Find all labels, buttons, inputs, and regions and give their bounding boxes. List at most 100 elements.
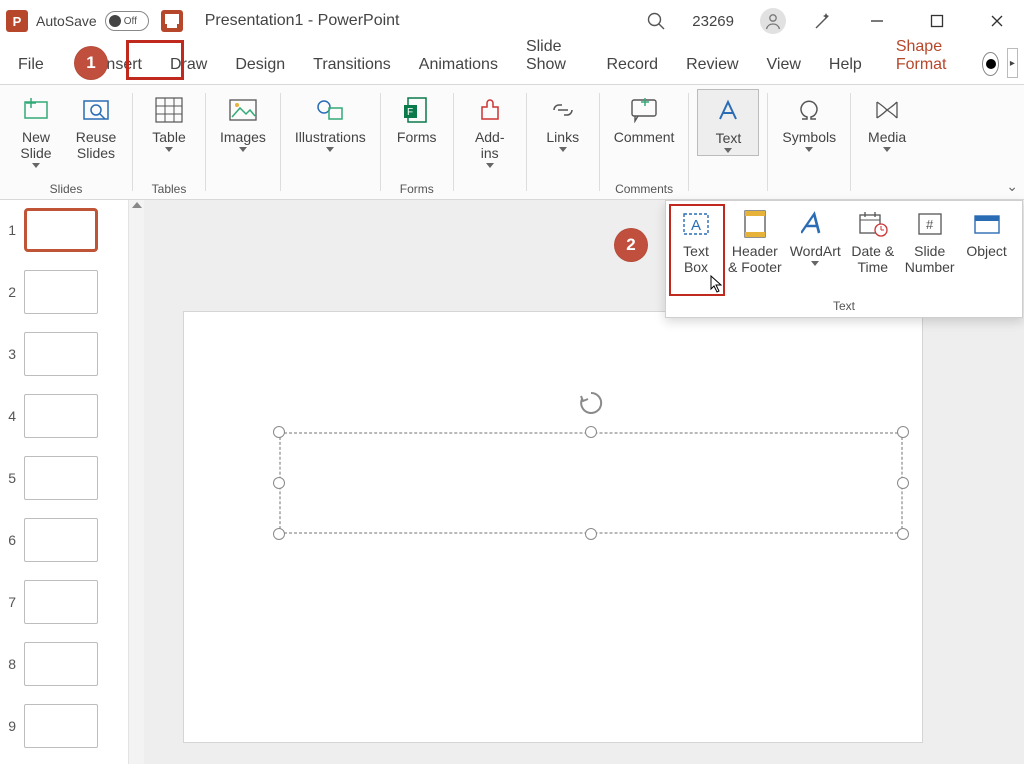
group-links: Links <box>527 85 599 199</box>
selected-text-box[interactable] <box>279 432 903 534</box>
handle-ne[interactable] <box>897 426 909 438</box>
comment-button[interactable]: Comment <box>608 89 681 147</box>
object-button[interactable]: Object <box>959 205 1015 275</box>
forms-button[interactable]: F Forms <box>389 89 445 147</box>
thumb-row-3[interactable]: 3 <box>2 332 126 376</box>
wordart-button[interactable]: WordArt <box>786 205 845 275</box>
handle-nw[interactable] <box>273 426 285 438</box>
thumbnail-1[interactable] <box>24 208 98 252</box>
tab-review[interactable]: Review <box>672 48 752 84</box>
thumbnail-2[interactable] <box>24 270 98 314</box>
thumb-row-6[interactable]: 6 <box>2 518 126 562</box>
date-time-button[interactable]: Date & Time <box>845 205 901 275</box>
close-button[interactable] <box>980 6 1014 36</box>
thumb-row-1[interactable]: 1 <box>2 208 126 252</box>
tab-animations[interactable]: Animations <box>405 48 512 84</box>
thumbnail-6[interactable] <box>24 518 98 562</box>
illustrations-button[interactable]: Illustrations <box>289 89 372 154</box>
handle-n[interactable] <box>585 426 597 438</box>
thumb-row-5[interactable]: 5 <box>2 456 126 500</box>
group-forms: F Forms Forms <box>381 85 453 199</box>
group-illustrations: Illustrations <box>281 85 380 199</box>
tab-view[interactable]: View <box>753 48 815 84</box>
annotation-highlight-1 <box>126 40 184 80</box>
new-slide-button[interactable]: New Slide <box>8 89 64 170</box>
save-icon[interactable] <box>161 10 183 32</box>
thumb-row-7[interactable]: 7 <box>2 580 126 624</box>
tab-shape-format[interactable]: Shape Format <box>882 30 977 84</box>
thumb-row-2[interactable]: 2 <box>2 270 126 314</box>
addins-button[interactable]: Add- ins <box>462 89 518 170</box>
reuse-slides-button[interactable]: Reuse Slides <box>68 89 124 170</box>
slide-number-button[interactable]: # Slide Number <box>901 205 959 275</box>
text-label: Text <box>716 130 742 146</box>
reuse-slides-label: Reuse Slides <box>76 129 116 161</box>
table-button[interactable]: Table <box>141 89 197 154</box>
table-label: Table <box>152 129 185 145</box>
thumbnail-scrollbar[interactable] <box>128 200 144 764</box>
thumb-row-8[interactable]: 8 <box>2 642 126 686</box>
account-number: 23269 <box>692 13 734 30</box>
thumbnail-4[interactable] <box>24 394 98 438</box>
group-addins: Add- ins <box>454 85 526 199</box>
app-icon: P <box>6 10 28 32</box>
tab-slideshow[interactable]: Slide Show <box>512 30 593 84</box>
tab-design[interactable]: Design <box>221 48 299 84</box>
search-icon[interactable] <box>646 11 666 31</box>
images-button[interactable]: Images <box>214 89 272 154</box>
forms-icon: F <box>402 95 432 125</box>
slide[interactable] <box>184 312 922 742</box>
comment-icon <box>629 95 659 125</box>
symbols-button[interactable]: Symbols <box>776 89 842 154</box>
new-slide-icon <box>21 95 51 125</box>
ribbon-collapse-icon[interactable]: ⌄ <box>1006 178 1018 195</box>
cursor-icon <box>710 275 724 293</box>
text-button[interactable]: Text <box>697 89 759 156</box>
object-icon <box>973 209 1001 239</box>
autosave-toggle[interactable]: Off <box>105 11 149 31</box>
slide-thumbnails: 1 2 3 4 5 6 7 8 9 <box>0 200 128 764</box>
sparkle-icon[interactable] <box>812 10 834 32</box>
rotate-handle[interactable] <box>578 390 604 420</box>
group-images: Images <box>206 85 280 199</box>
group-slides-label: Slides <box>50 182 83 199</box>
date-time-label: Date & Time <box>851 243 894 275</box>
handle-w[interactable] <box>273 477 285 489</box>
tab-transitions[interactable]: Transitions <box>299 48 405 84</box>
handle-sw[interactable] <box>273 528 285 540</box>
thumbnail-8[interactable] <box>24 642 98 686</box>
links-button[interactable]: Links <box>535 89 591 154</box>
handle-e[interactable] <box>897 477 909 489</box>
group-slides: New Slide Reuse Slides Slides <box>0 85 132 199</box>
tab-record[interactable]: Record <box>592 48 672 84</box>
header-footer-icon <box>742 209 768 239</box>
tab-help[interactable]: Help <box>815 48 876 84</box>
thumb-row-9[interactable]: 9 <box>2 704 126 748</box>
reuse-slides-icon <box>81 95 111 125</box>
document-title: Presentation1 - PowerPoint <box>205 12 400 30</box>
thumbnail-9[interactable] <box>24 704 98 748</box>
group-forms-label: Forms <box>400 182 434 199</box>
tab-overflow-button[interactable]: ▸ <box>1007 48 1018 78</box>
account-avatar[interactable] <box>760 8 786 34</box>
media-button[interactable]: Media <box>859 89 915 154</box>
symbols-label: Symbols <box>782 129 836 145</box>
thumbnail-7[interactable] <box>24 580 98 624</box>
thumb-row-4[interactable]: 4 <box>2 394 126 438</box>
handle-se[interactable] <box>897 528 909 540</box>
forms-label: Forms <box>397 129 437 145</box>
group-symbols: Symbols <box>768 85 850 199</box>
toggle-knob <box>109 15 121 27</box>
group-tables: Table Tables <box>133 85 205 199</box>
recording-indicator[interactable] <box>982 52 998 76</box>
text-dropdown-panel: A Text Box Header & Footer WordArt Date … <box>665 200 1023 318</box>
tab-file[interactable]: File <box>4 48 58 84</box>
wordart-icon <box>801 209 829 239</box>
thumbnail-5[interactable] <box>24 456 98 500</box>
header-footer-button[interactable]: Header & Footer <box>724 205 786 275</box>
thumbnail-3[interactable] <box>24 332 98 376</box>
handle-s[interactable] <box>585 528 597 540</box>
new-slide-label: New Slide <box>20 129 51 161</box>
media-label: Media <box>868 129 906 145</box>
table-icon <box>155 95 183 125</box>
